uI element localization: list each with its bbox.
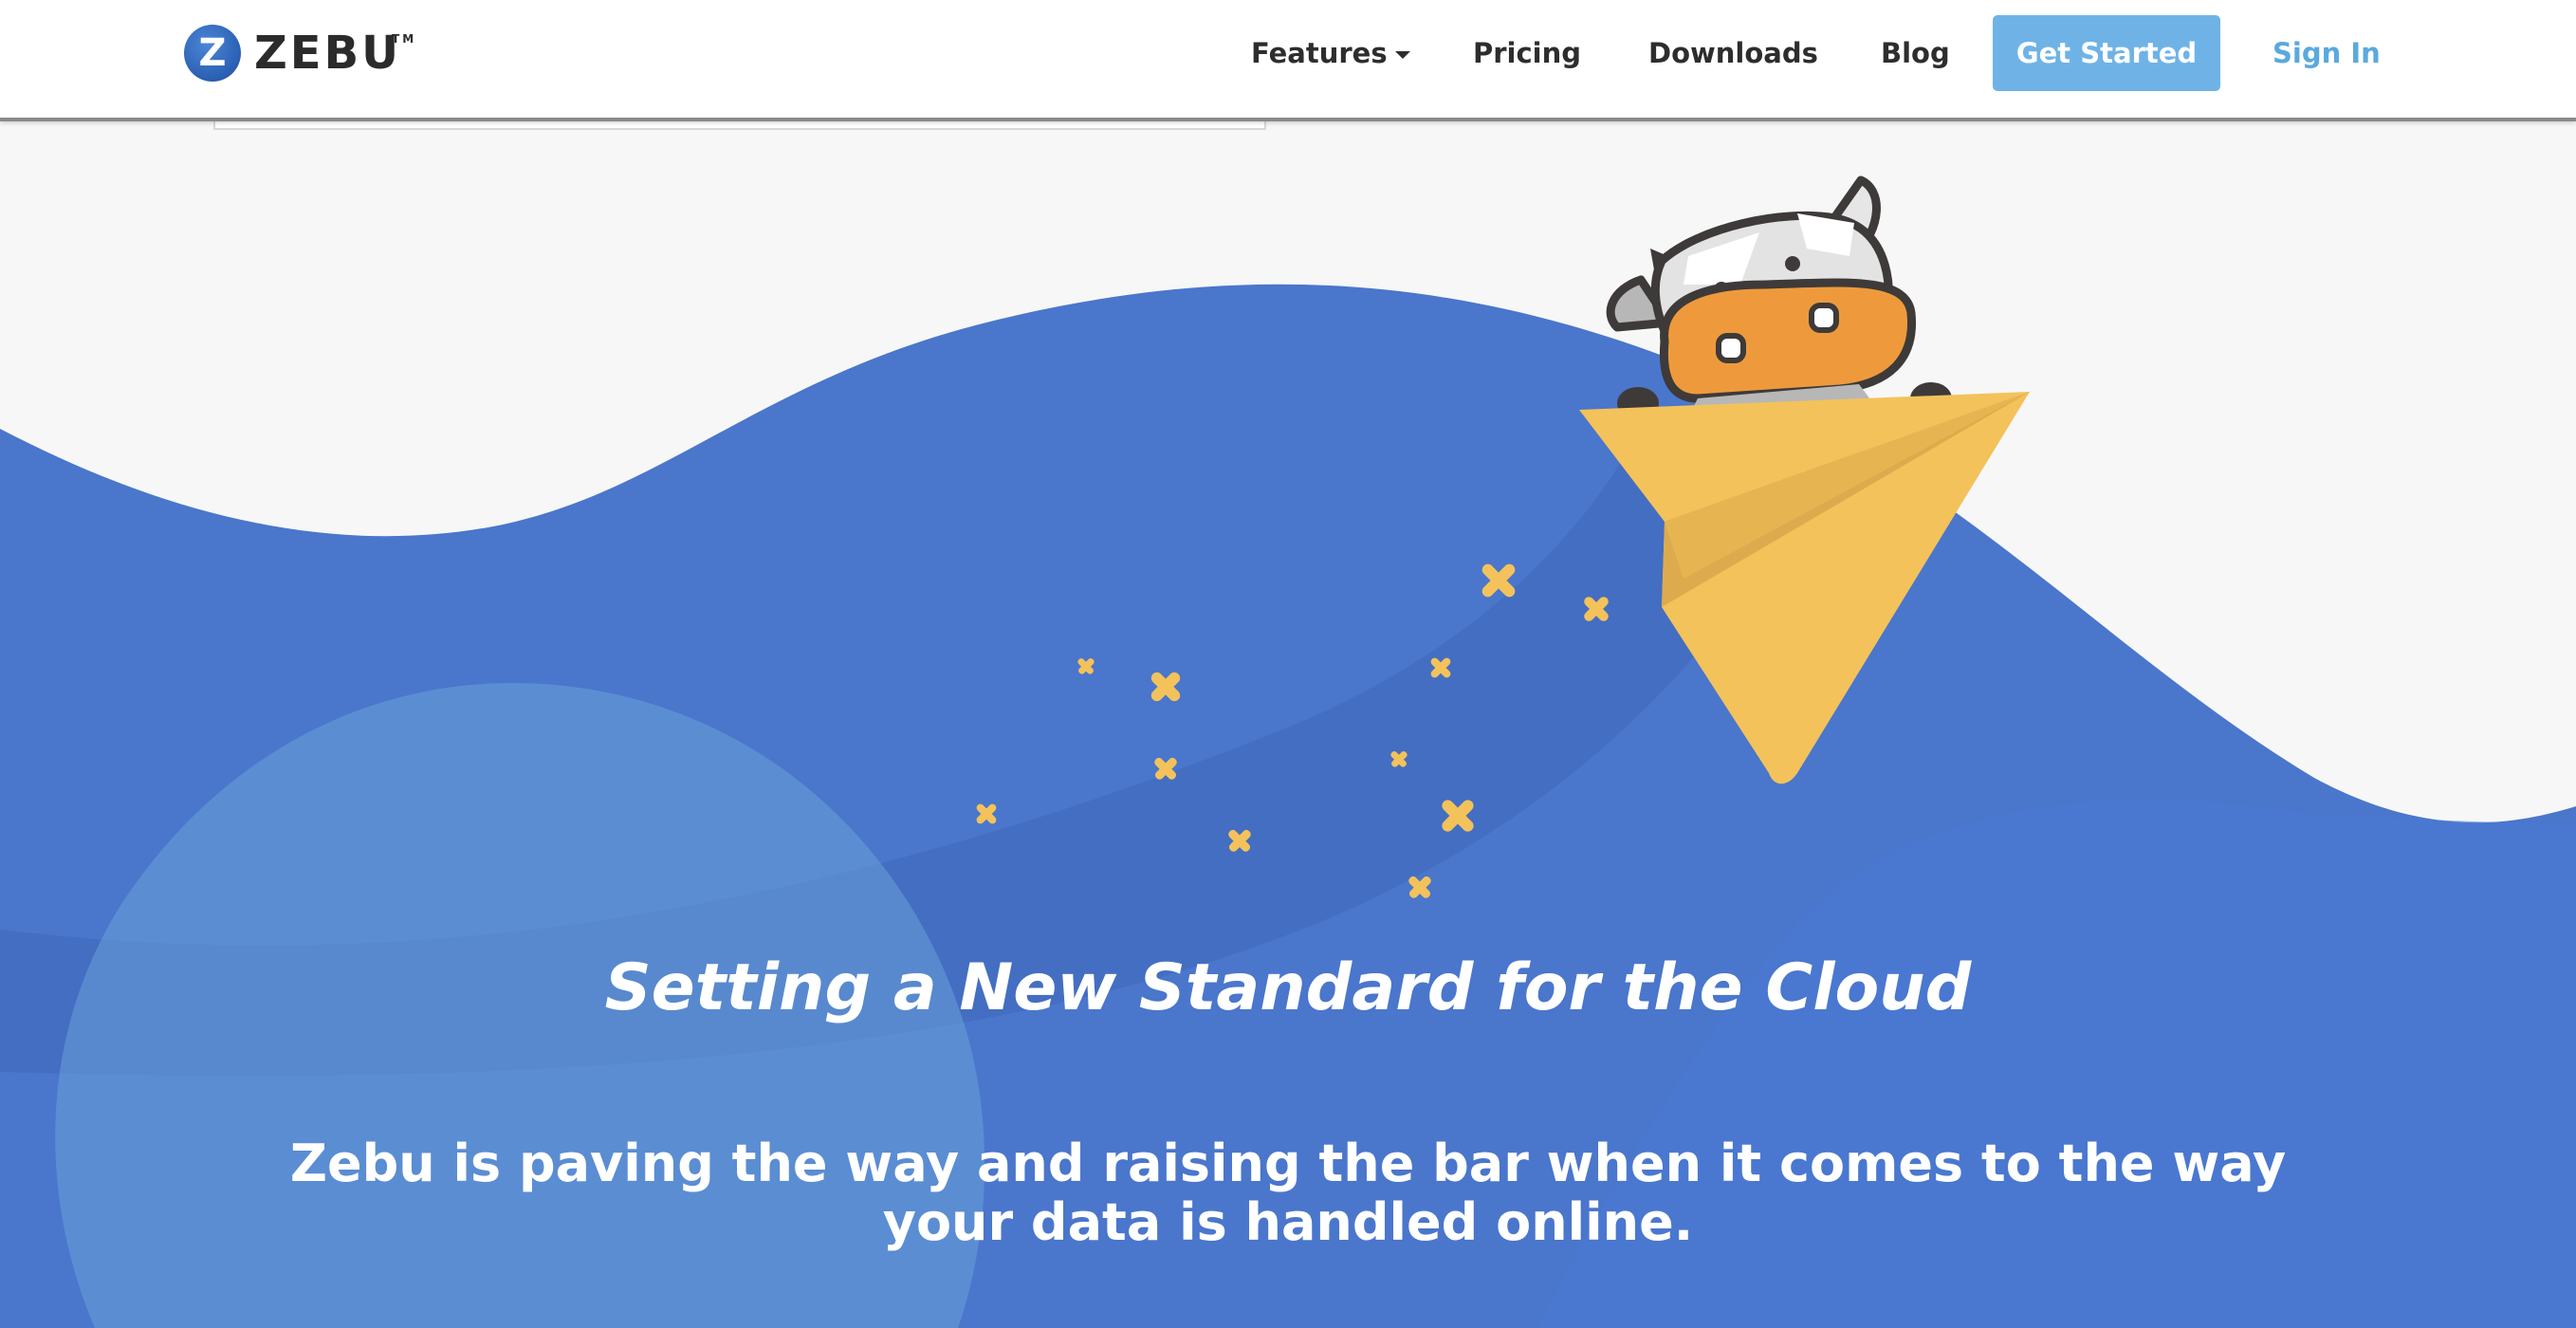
nav-downloads[interactable]: Downloads [1648, 28, 1818, 78]
nav-blog[interactable]: Blog [1881, 28, 1950, 78]
top-navbar: Z ZEBU TM Features Pricing Downloads Blo… [0, 0, 2576, 121]
zebu-logo-mark-icon: Z [184, 25, 241, 82]
hero-title: Setting a New Standard for the Cloud [604, 950, 1972, 1025]
logo-wordmark: ZEBU [254, 27, 402, 80]
caret-down-icon [1394, 51, 1410, 59]
zebu-logo-text: ZEBU TM [254, 27, 414, 80]
nav-features-label: Features [1251, 37, 1388, 69]
dropdown-panel-edge [213, 121, 1266, 130]
get-started-button[interactable]: Get Started [1993, 15, 2220, 91]
sign-in-link[interactable]: Sign In [2272, 28, 2381, 78]
nav-pricing[interactable]: Pricing [1473, 28, 1581, 78]
trademark-symbol: TM [392, 32, 417, 46]
hero-subtitle: Zebu is paving the way and raising the b… [289, 1134, 2287, 1252]
zebu-logo[interactable]: Z ZEBU TM [184, 25, 414, 82]
hero-background [0, 175, 2576, 1328]
nav-features[interactable]: Features [1251, 28, 1410, 78]
page: Z ZEBU TM Features Pricing Downloads Blo… [0, 0, 2576, 1328]
